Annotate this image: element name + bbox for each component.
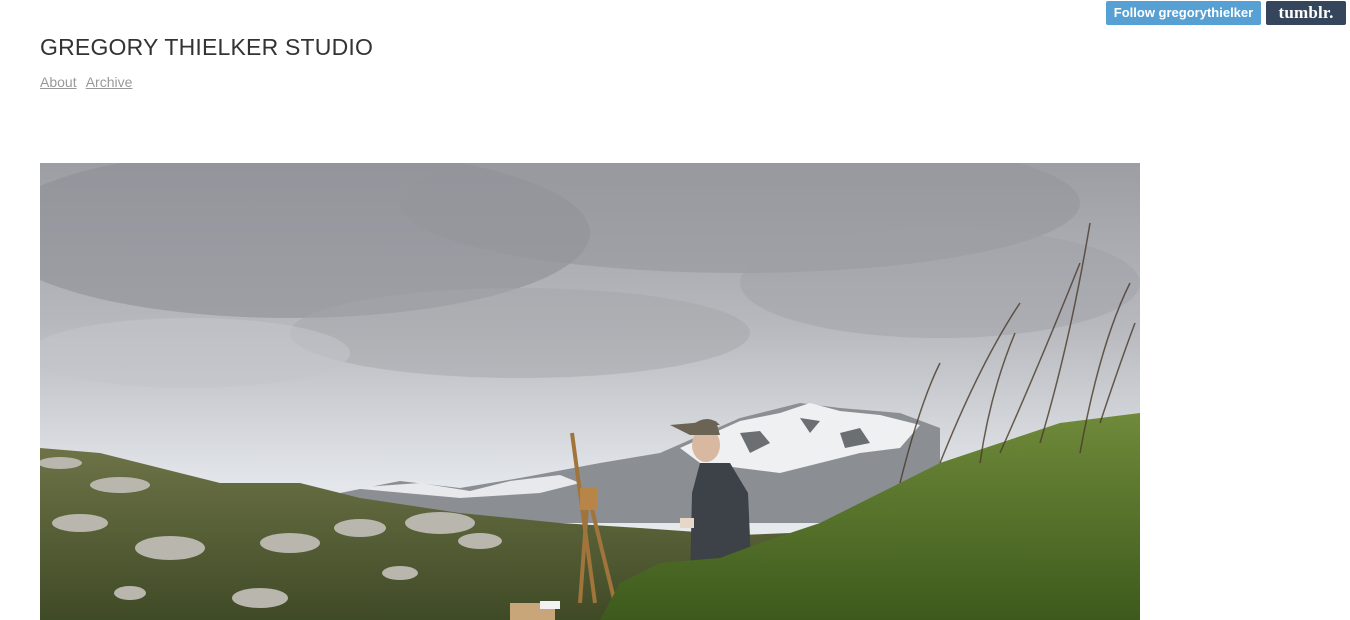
nav-about-link[interactable]: About <box>40 74 77 90</box>
landscape-photo-image <box>40 163 1140 620</box>
nav-archive-link[interactable]: Archive <box>86 74 133 90</box>
header-nav: About Archive <box>40 74 138 90</box>
post-photo[interactable] <box>40 163 1140 620</box>
tumblr-logo-button[interactable]: tumblr. <box>1266 1 1346 25</box>
follow-button[interactable]: Follow gregorythielker <box>1106 1 1261 25</box>
site-title[interactable]: GREGORY THIELKER STUDIO <box>40 34 373 61</box>
